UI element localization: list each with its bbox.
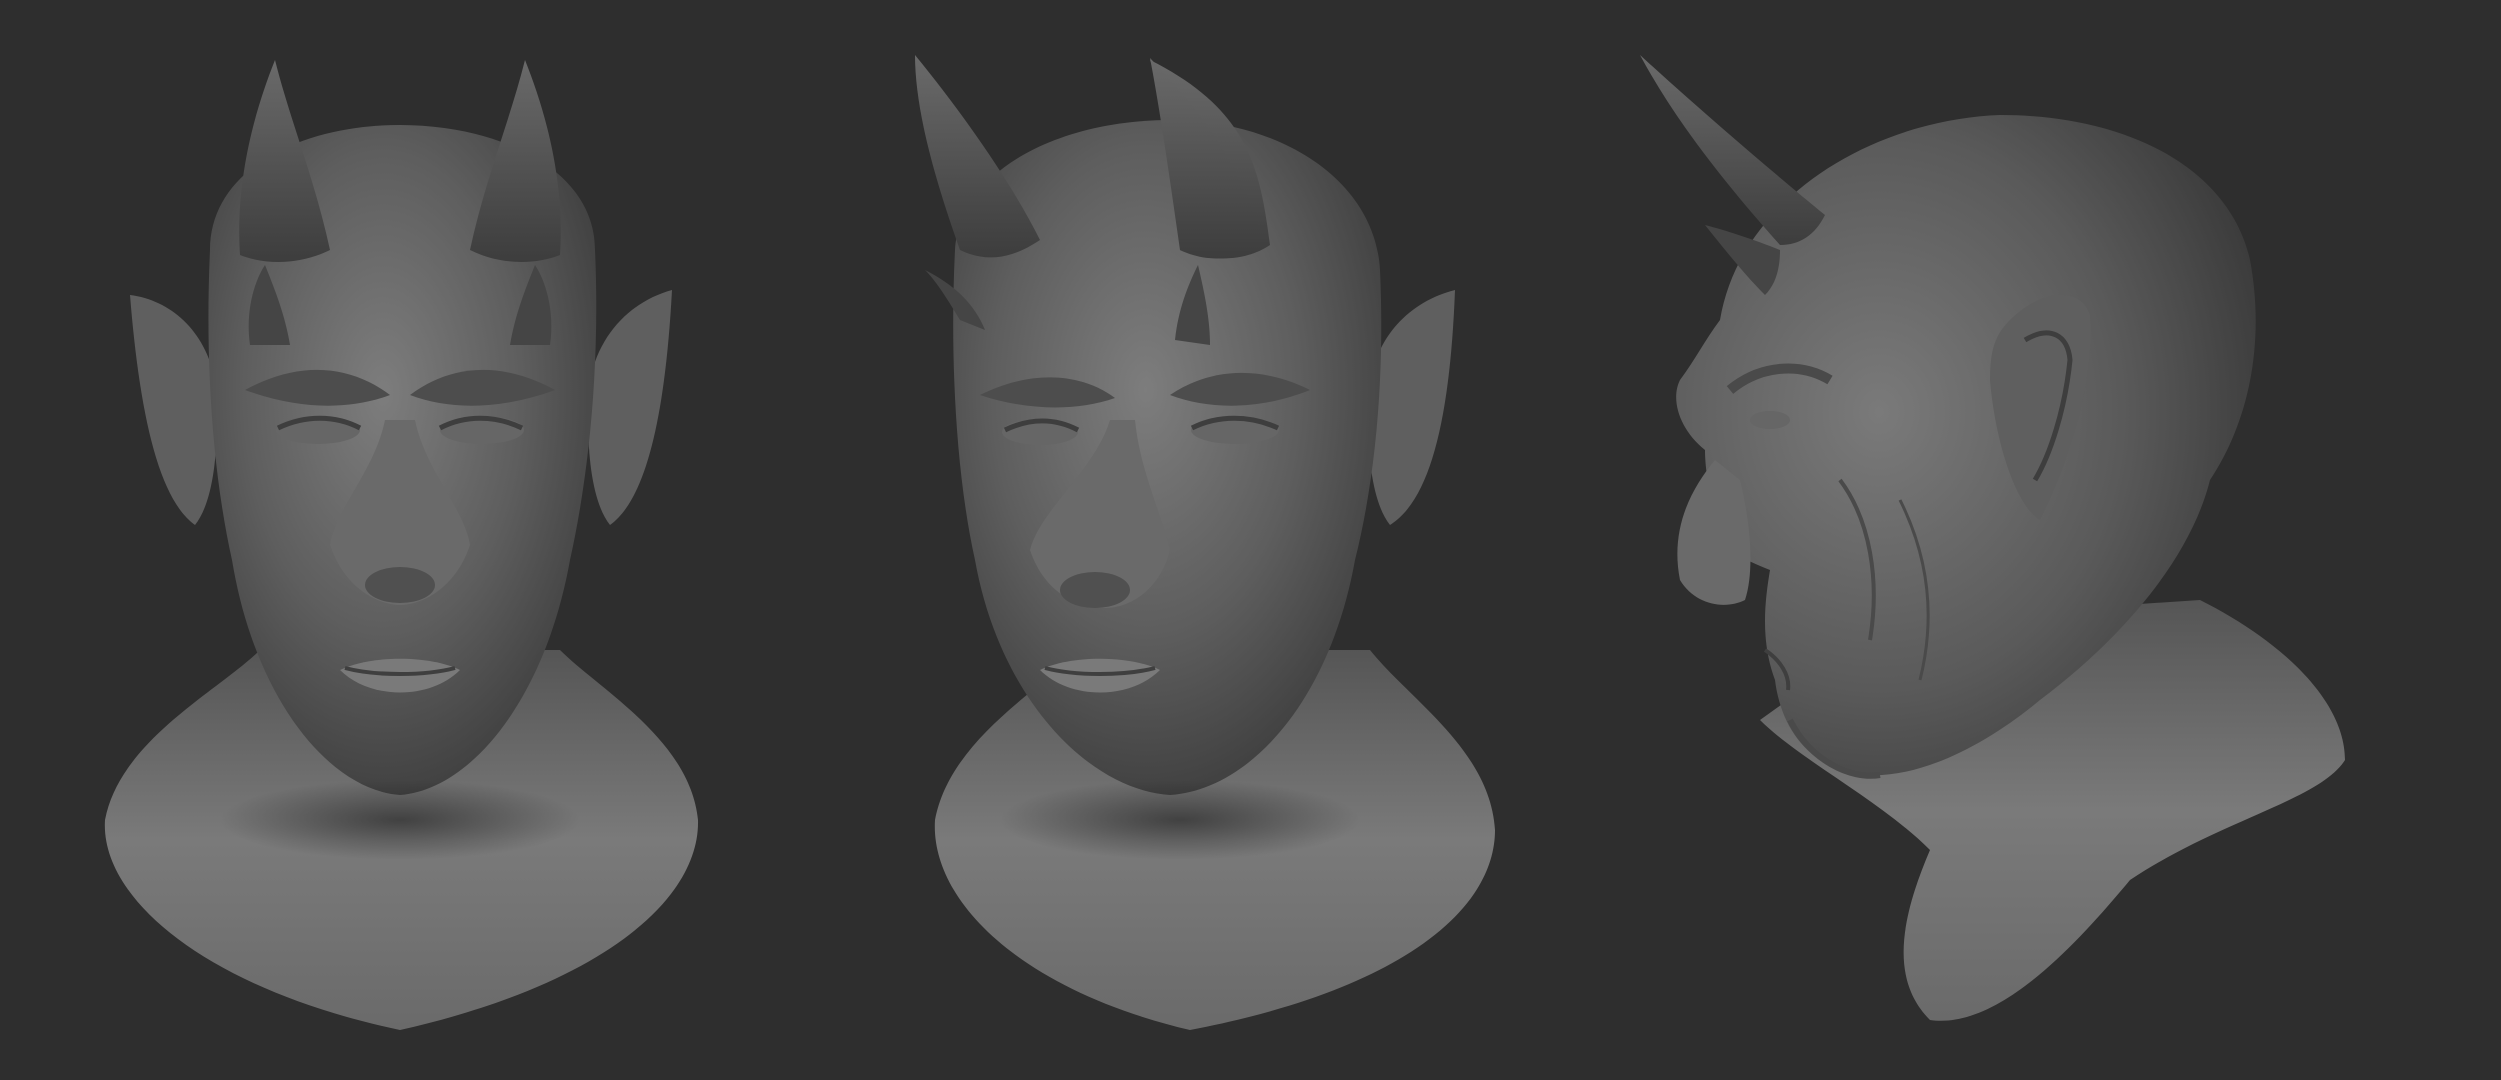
head-front-view <box>104 60 699 1030</box>
head-profile-view <box>1640 55 2345 1021</box>
head-three-quarter-view <box>915 55 1495 1030</box>
sculpt-render <box>104 55 2345 1030</box>
sculpt-viewport <box>0 0 2501 1080</box>
